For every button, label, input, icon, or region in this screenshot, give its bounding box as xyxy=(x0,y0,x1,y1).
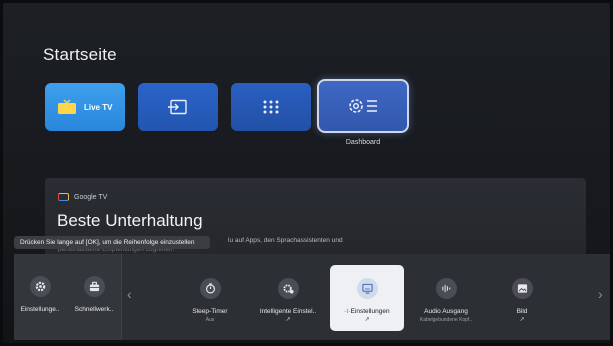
gear-icon xyxy=(29,276,51,297)
page-title: Startseite xyxy=(43,45,117,64)
quick-item-display-settings-focused[interactable]: -t-Einstellungen ↗ xyxy=(330,265,404,331)
external-arrow-icon: ↗ xyxy=(519,317,525,323)
quick-item-display-settings[interactable]: -t-Einstellungen ↗ xyxy=(330,278,404,323)
quick-item-label: Intelligente Einstel.. xyxy=(259,308,317,315)
google-tv-brand: Google TV xyxy=(58,193,107,201)
timer-icon xyxy=(199,278,221,299)
label-text: Einstellungen xyxy=(350,308,390,315)
google-tv-logo-icon xyxy=(58,193,69,201)
apps-grid-icon xyxy=(261,99,281,115)
input-source-icon xyxy=(168,99,188,115)
pinned-item-label: Schnellwerk.. xyxy=(74,306,114,313)
quick-item-smart-settings[interactable]: Intelligente Einstel.. ↗ xyxy=(250,278,326,323)
external-arrow-icon: ↗ xyxy=(285,317,291,323)
display-settings-icon xyxy=(356,278,378,299)
audio-output-icon xyxy=(435,278,457,299)
chevron-right-icon[interactable]: › xyxy=(598,286,603,302)
quick-settings-panel: Einstellunge.. Schnellwerk.. ‹ Sleep-Tim… xyxy=(14,254,610,340)
live-tv-tile[interactable]: Live TV xyxy=(45,83,125,131)
pinned-shortcuts: Einstellunge.. Schnellwerk.. xyxy=(14,254,122,340)
quick-item-sleep-timer[interactable]: Sleep-Timer Aus xyxy=(180,278,240,323)
pinned-item-toolbox[interactable]: Schnellwerk.. xyxy=(70,276,118,313)
picture-icon xyxy=(511,278,533,299)
quick-item-value: Aus xyxy=(205,317,215,323)
apps-tile[interactable] xyxy=(231,83,311,131)
reorder-tooltip: Drücken Sie lange auf [OK], um die Reihe… xyxy=(14,236,210,249)
quick-item-label: Audio Ausgang xyxy=(424,308,468,315)
pinned-item-settings[interactable]: Einstellunge.. xyxy=(16,276,64,313)
chevron-left-icon[interactable]: ‹ xyxy=(127,286,132,302)
dashboard-label: Dashboard xyxy=(345,139,381,146)
dashboard-settings-icon xyxy=(346,96,380,116)
dashboard-tile[interactable] xyxy=(317,79,409,133)
input-source-tile[interactable] xyxy=(138,83,218,131)
quick-item-audio-output[interactable]: Audio Ausgang Kabelgebundene Kopf.. xyxy=(410,278,482,323)
quick-item-label: Sleep-Timer xyxy=(192,308,228,315)
quick-item-picture[interactable]: Bild ↗ xyxy=(494,278,550,323)
google-tv-brand-text: Google TV xyxy=(74,193,108,201)
tv-icon xyxy=(57,99,77,115)
banner-title: Beste Unterhaltung xyxy=(57,211,203,230)
toolbox-icon xyxy=(83,276,105,297)
quick-item-value: Kabelgebundene Kopf.. xyxy=(419,317,473,323)
quick-item-label: Bild xyxy=(516,308,528,315)
external-arrow-icon: ↗ xyxy=(364,317,370,323)
live-tv-label: Live TV xyxy=(84,102,113,112)
quick-item-label: -t-Einstellungen xyxy=(344,308,389,315)
pinned-item-label: Einstellunge.. xyxy=(20,306,60,313)
smart-settings-icon xyxy=(277,278,299,299)
